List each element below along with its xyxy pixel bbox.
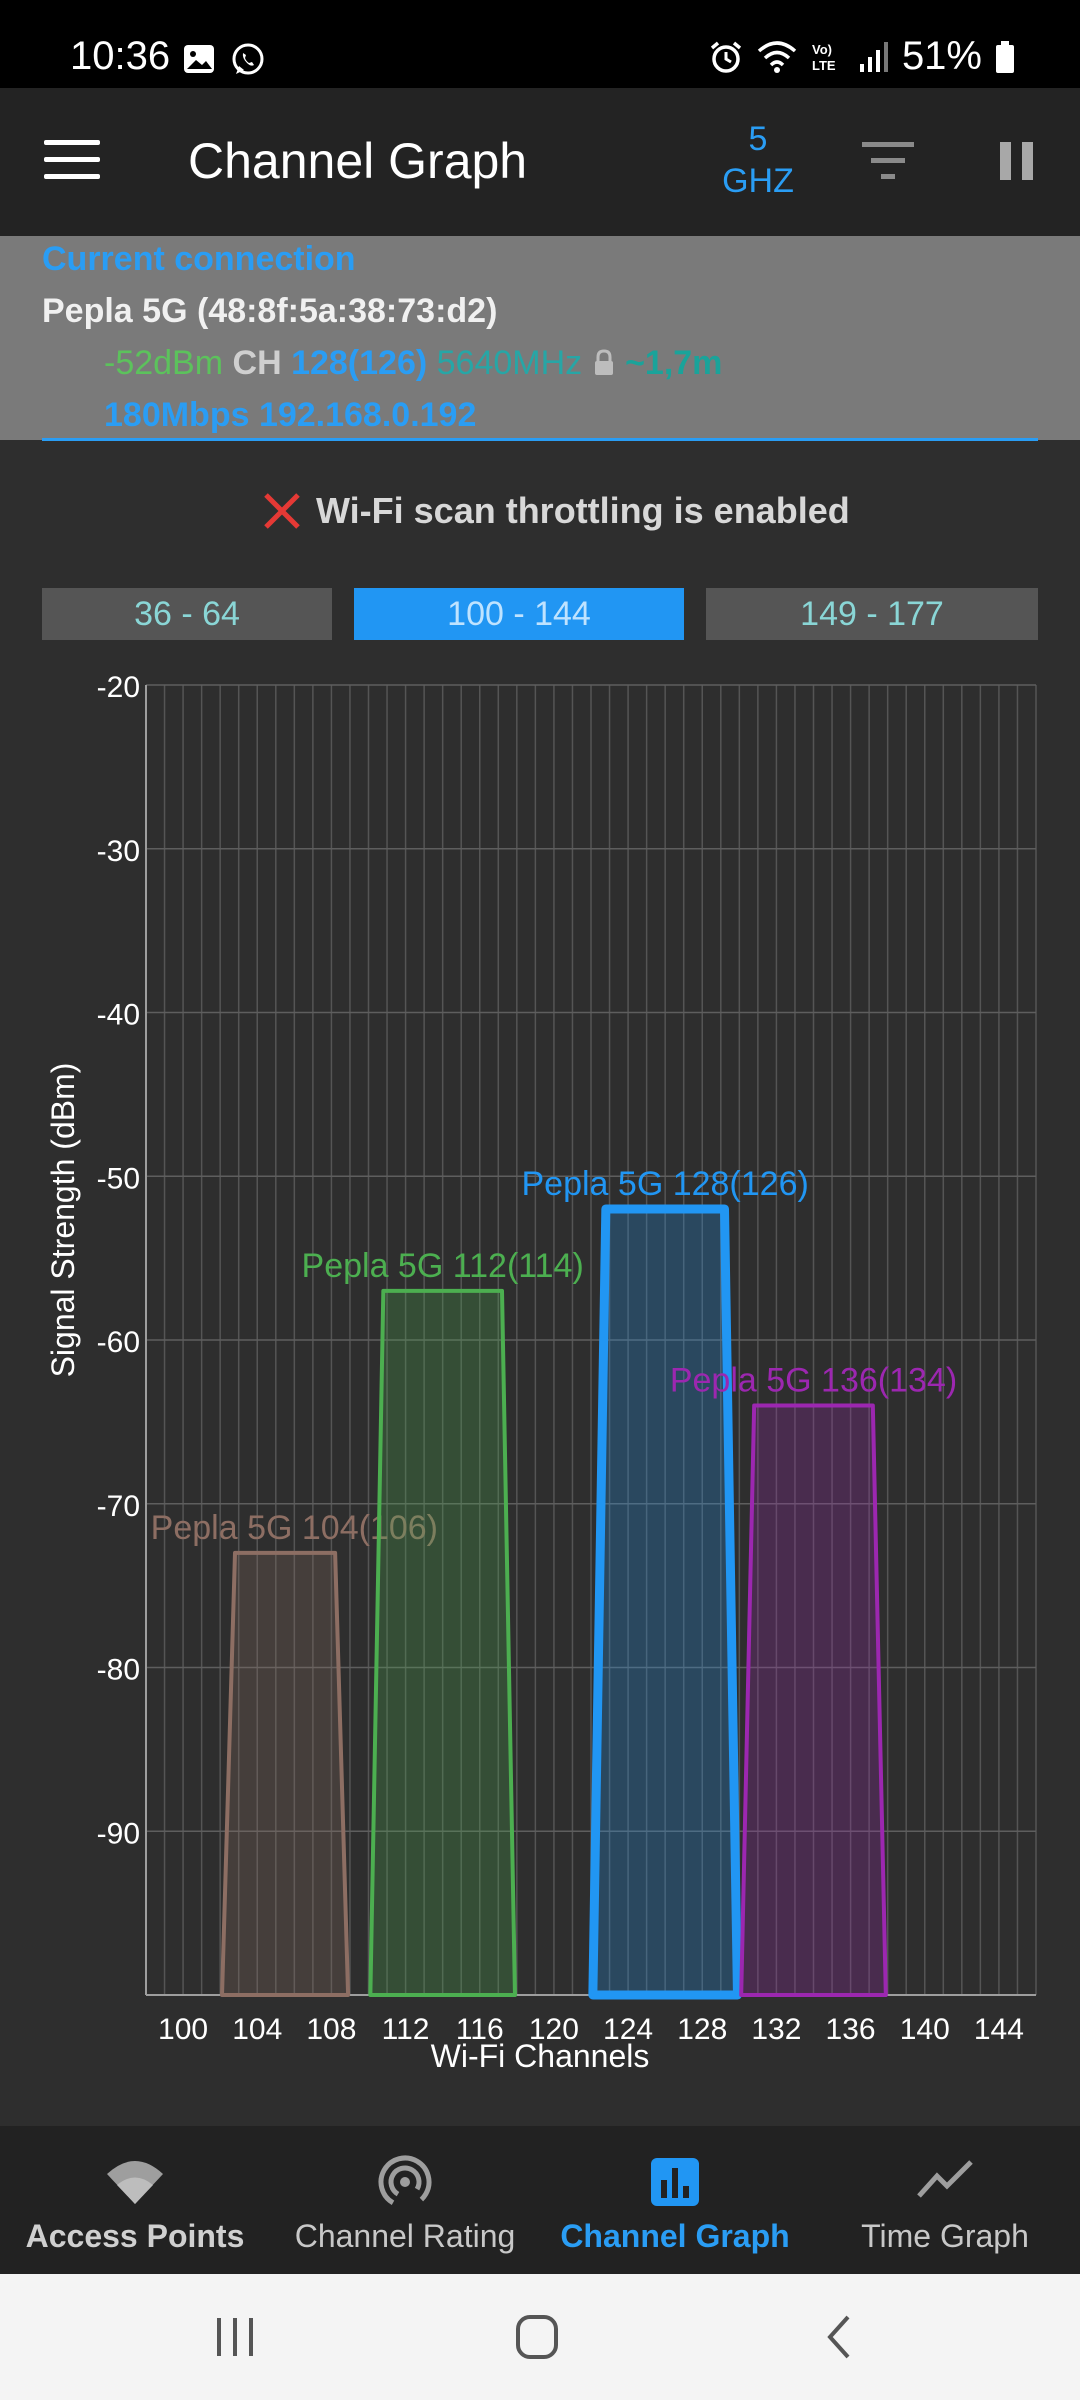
alarm-icon (710, 41, 742, 73)
y-axis-label: Signal Strength (dBm) (45, 1063, 81, 1378)
volte-icon: Vo) LTE (812, 42, 836, 73)
recents-icon[interactable] (205, 2312, 265, 2362)
lock-icon (594, 349, 613, 375)
x-tick-label: 108 (306, 2013, 356, 2046)
x-tick-label: 100 (158, 2013, 208, 2046)
y-tick-label: -80 (97, 1654, 140, 1687)
network-signal-shape (368, 1288, 517, 1997)
y-tick-label: -40 (97, 999, 140, 1032)
close-icon (264, 493, 300, 529)
home-icon[interactable] (507, 2312, 567, 2362)
network-signal-shape (220, 1550, 351, 1997)
y-tick-label: -70 (97, 1490, 140, 1523)
app-bar: Channel Graph 5 GHZ (0, 88, 1080, 236)
network-signal-shape (739, 1403, 888, 1997)
range-tab-36-64[interactable]: 36 - 64 (42, 588, 332, 640)
antenna-icon (378, 2155, 432, 2209)
x-tick-label: 128 (677, 2013, 727, 2046)
status-bar: 10:36 Vo) LTE 51% (0, 0, 1080, 88)
connection-name: Pepla 5G (48:8f:5a:38:73:d2) (42, 292, 498, 330)
bottom-navigation: Access Points Channel Rating Channel Gra… (0, 2126, 1080, 2274)
nav-access-points[interactable]: Access Points (0, 2126, 270, 2274)
nav-time-graph[interactable]: Time Graph (810, 2126, 1080, 2274)
filter-icon[interactable] (862, 142, 914, 180)
nav-label: Channel Graph (560, 2218, 790, 2254)
x-tick-label: 136 (826, 2013, 876, 2046)
connection-distance: ~1,7m (625, 344, 723, 382)
x-tick-label: 112 (382, 2013, 430, 2046)
signal-icon (859, 41, 888, 72)
system-navigation-bar (0, 2274, 1080, 2400)
network-label: Pepla 5G 136(134) (670, 1362, 957, 1400)
throttling-warning: Wi-Fi scan throttling is enabled (262, 490, 850, 532)
wifi-icon (107, 2161, 163, 2204)
warning-text: Wi-Fi scan throttling is enabled (316, 490, 850, 531)
connection-channel: 128(126) (291, 344, 428, 382)
nav-label: Access Points (25, 2218, 245, 2254)
battery-icon (996, 40, 1014, 73)
svg-text:LTE: LTE (812, 58, 836, 73)
battery-percent: 51% (901, 34, 982, 78)
nav-channel-rating[interactable]: Channel Rating (270, 2126, 540, 2274)
connection-title: Current connection (42, 240, 356, 278)
menu-icon[interactable] (44, 140, 100, 180)
gallery-icon (184, 45, 214, 73)
connection-speed-ip: 180Mbps 192.168.0.192 (104, 396, 477, 434)
whatsapp-icon (232, 43, 264, 75)
network-label: Pepla 5G 112(114) (302, 1247, 584, 1285)
x-tick-label: 144 (974, 2013, 1024, 2046)
y-tick-label: -50 (97, 1162, 140, 1195)
nav-label: Channel Rating (294, 2218, 516, 2254)
wifi-icon (757, 40, 797, 73)
y-tick-label: -60 (97, 1326, 140, 1359)
connection-divider (42, 438, 1038, 441)
channel-graph-chart: -20-30-40-50-60-70-80-90100 104 108 112 116 1… (45, 671, 1037, 2074)
connection-frequency: 5640MHz (436, 344, 583, 382)
x-tick-label: 132 (751, 2013, 801, 2046)
connection-signal: -52dBm (104, 344, 224, 382)
nav-label: Time Graph (861, 2218, 1029, 2254)
network-label: Pepla 5G 128(126) (522, 1165, 809, 1203)
network-signal-shape (588, 1204, 742, 2000)
bar-chart-icon (651, 2158, 699, 2206)
x-tick-label: 140 (900, 2013, 950, 2046)
band-unit: GHZ (722, 162, 794, 200)
connection-details: -52dBm CH 128(126) 5640MHz ~1,7m (104, 344, 722, 383)
nav-channel-graph[interactable]: Channel Graph (540, 2126, 810, 2274)
band-number: 5 (748, 120, 768, 158)
back-icon[interactable] (810, 2312, 870, 2362)
range-tab-100-144[interactable]: 100 - 144 (354, 588, 684, 640)
band-selector-button[interactable]: 5 GHZ (712, 118, 804, 202)
x-tick-label: 104 (232, 2013, 282, 2046)
svg-text:Vo): Vo) (812, 42, 832, 57)
status-time: 10:36 (70, 34, 171, 78)
page-title: Channel Graph (188, 133, 528, 189)
line-chart-icon (917, 2160, 973, 2198)
y-tick-label: -30 (97, 835, 140, 868)
pause-icon[interactable] (1000, 142, 1034, 180)
connection-ch-label: CH (232, 344, 282, 382)
range-tab-149-177[interactable]: 149 - 177 (706, 588, 1038, 640)
x-axis-label: Wi-Fi Channels (431, 2038, 650, 2074)
y-tick-label: -20 (97, 671, 140, 704)
y-tick-label: -90 (97, 1817, 140, 1850)
